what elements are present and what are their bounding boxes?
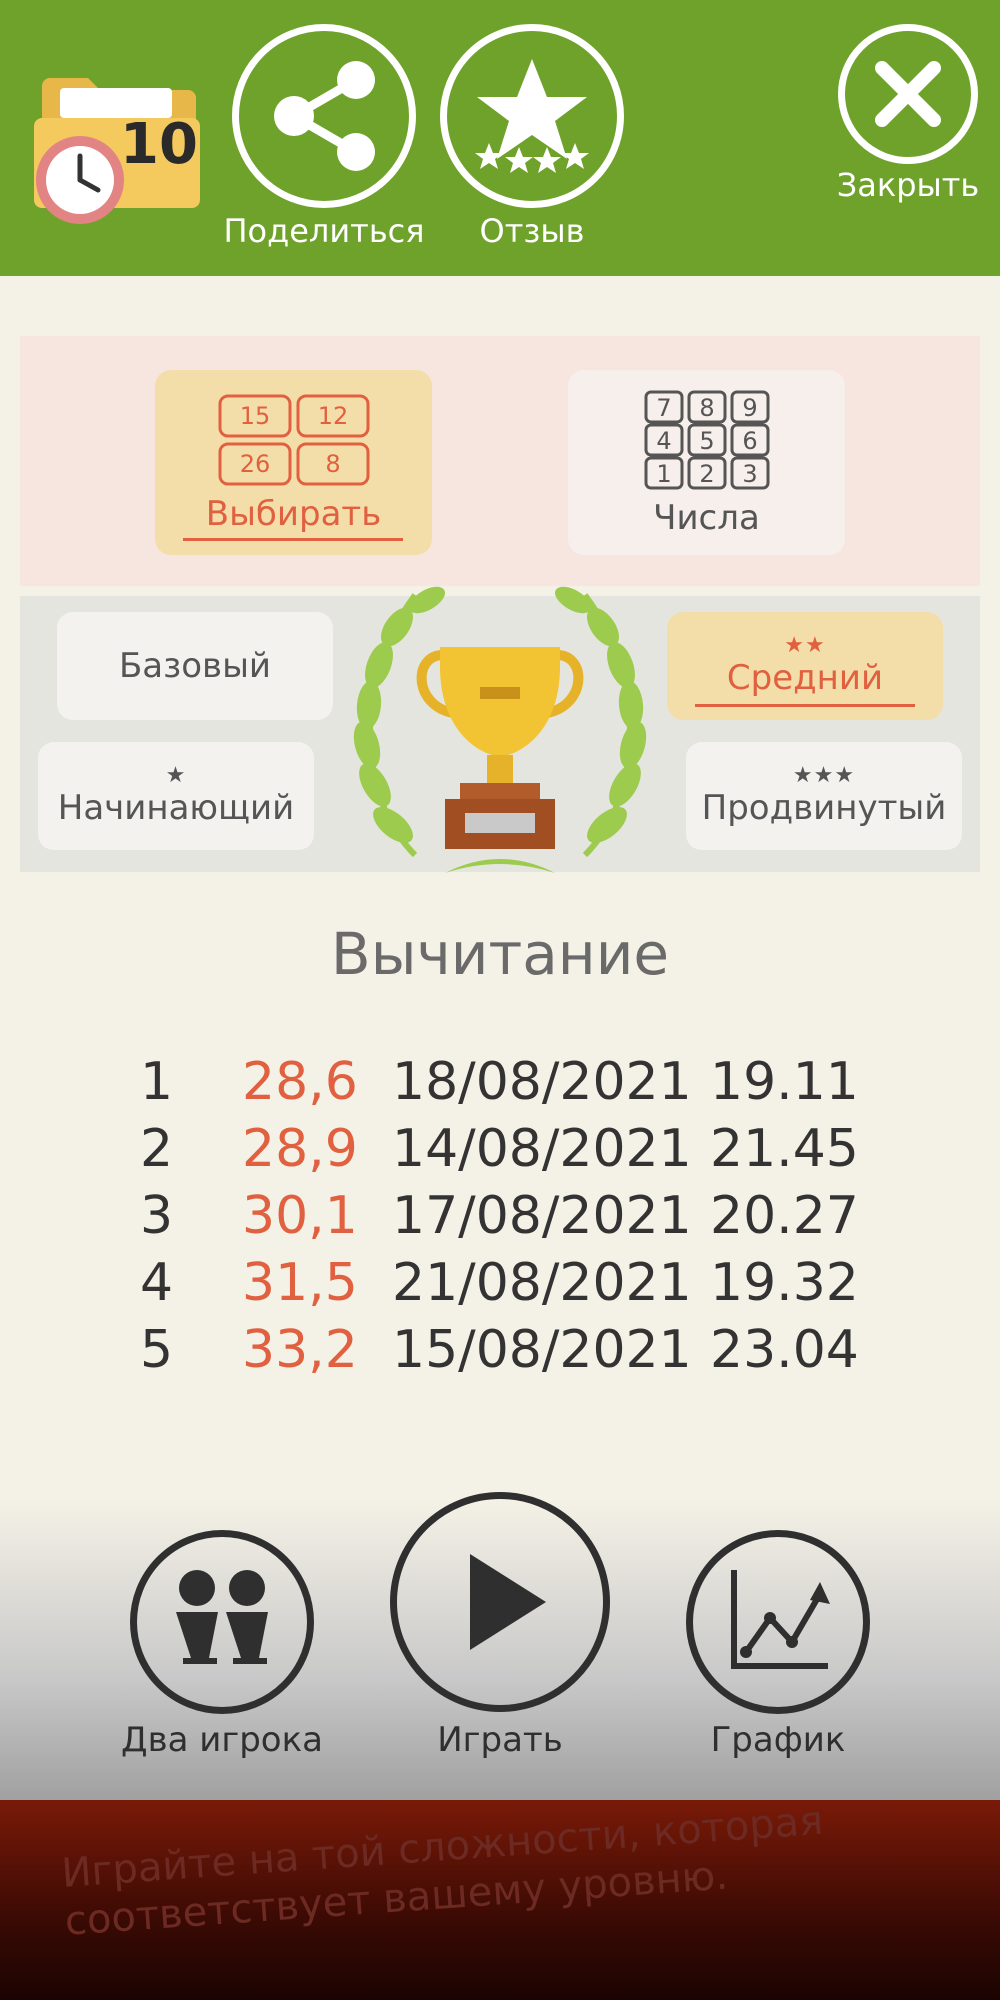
stars-icon: ★★★ <box>792 763 856 788</box>
stars-icon: ★★ <box>784 633 826 658</box>
chart-button[interactable] <box>686 1530 870 1714</box>
level-basic[interactable]: Базовый <box>57 612 333 720</box>
score-row: 3 30,1 17/08/2021 20.27 <box>0 1186 1000 1252</box>
stars-icon: ★ <box>165 763 187 788</box>
score-date: 15/08/2021 <box>392 1320 692 1380</box>
trophy-emblem <box>335 555 665 885</box>
score-rank: 1 <box>140 1052 174 1112</box>
folder-badge-number: 10 <box>120 112 198 177</box>
two-players-label[interactable]: Два игрока <box>100 1720 344 1760</box>
level-label: Базовый <box>118 646 272 686</box>
close-icon <box>875 61 941 127</box>
keypad-digit: 5 <box>699 427 714 455</box>
selected-underline <box>695 704 915 707</box>
mode-label: Выбирать <box>205 493 382 534</box>
score-date: 14/08/2021 <box>392 1119 692 1179</box>
score-rank: 5 <box>140 1320 174 1380</box>
score-time: 28,6 <box>242 1052 358 1112</box>
score-clock: 20.27 <box>710 1186 859 1246</box>
mode-card-choose[interactable]: 15 12 26 8 Выбирать <box>155 370 432 555</box>
score-time: 30,1 <box>242 1186 358 1246</box>
play-label[interactable]: Играть <box>380 1720 620 1760</box>
keypad-digit: 9 <box>742 394 757 422</box>
tile-value: 26 <box>239 450 270 478</box>
score-row: 2 28,9 14/08/2021 21.45 <box>0 1119 1000 1185</box>
score-time: 33,2 <box>242 1320 358 1380</box>
score-date: 18/08/2021 <box>392 1052 692 1112</box>
keypad-digit: 7 <box>656 394 671 422</box>
trophy-laurel-icon <box>353 586 647 873</box>
tile-value: 15 <box>239 402 270 430</box>
keypad-digit: 3 <box>742 460 757 488</box>
tile-value: 8 <box>325 450 340 478</box>
score-clock: 19.11 <box>710 1052 859 1112</box>
number-tiles-icon: 15 12 26 8 <box>218 394 369 485</box>
chart-label[interactable]: График <box>658 1720 898 1760</box>
level-label: Средний <box>726 658 884 698</box>
star-rating-icon <box>475 59 589 173</box>
score-date: 21/08/2021 <box>392 1253 692 1313</box>
score-row: 1 28,6 18/08/2021 19.11 <box>0 1052 1000 1118</box>
level-label: Продвинутый <box>701 788 947 828</box>
score-date: 17/08/2021 <box>392 1186 692 1246</box>
score-clock: 23.04 <box>710 1320 859 1380</box>
score-time: 31,5 <box>242 1253 358 1313</box>
score-row: 4 31,5 21/08/2021 19.32 <box>0 1253 1000 1319</box>
operation-title: Вычитание <box>330 920 670 988</box>
level-label: Начинающий <box>57 788 295 828</box>
play-button[interactable] <box>390 1492 610 1712</box>
selected-underline <box>183 538 403 541</box>
play-icon <box>470 1554 546 1650</box>
score-clock: 21.45 <box>710 1119 859 1179</box>
score-rank: 4 <box>140 1253 174 1313</box>
tile-value: 12 <box>317 402 348 430</box>
keypad-digit: 8 <box>699 394 714 422</box>
two-players-button[interactable] <box>130 1530 314 1714</box>
share-icon <box>274 61 375 171</box>
share-button[interactable] <box>232 24 416 208</box>
score-row: 5 33,2 15/08/2021 23.04 <box>0 1320 1000 1386</box>
keypad-digit: 1 <box>656 460 671 488</box>
level-beginner[interactable]: ★ Начинающий <box>38 742 314 850</box>
score-rank: 2 <box>140 1119 174 1179</box>
score-time: 28,9 <box>242 1119 358 1179</box>
two-players-icon <box>176 1570 268 1664</box>
score-clock: 19.32 <box>710 1253 859 1313</box>
share-label[interactable]: Поделиться <box>222 212 426 250</box>
mode-card-numbers[interactable]: 7 8 9 4 5 6 1 2 3 Числа <box>568 370 845 555</box>
mode-label: Числа <box>653 497 760 538</box>
review-button[interactable] <box>440 24 624 208</box>
keypad-icon: 7 8 9 4 5 6 1 2 3 <box>644 390 769 489</box>
review-label[interactable]: Отзыв <box>430 212 634 250</box>
keypad-digit: 6 <box>742 427 757 455</box>
line-chart-icon <box>731 1570 830 1669</box>
level-advanced[interactable]: ★★★ Продвинутый <box>686 742 962 850</box>
keypad-digit: 4 <box>656 427 671 455</box>
close-button[interactable] <box>838 24 978 164</box>
score-rank: 3 <box>140 1186 174 1246</box>
close-label[interactable]: Закрыть <box>820 166 996 204</box>
keypad-digit: 2 <box>699 460 714 488</box>
